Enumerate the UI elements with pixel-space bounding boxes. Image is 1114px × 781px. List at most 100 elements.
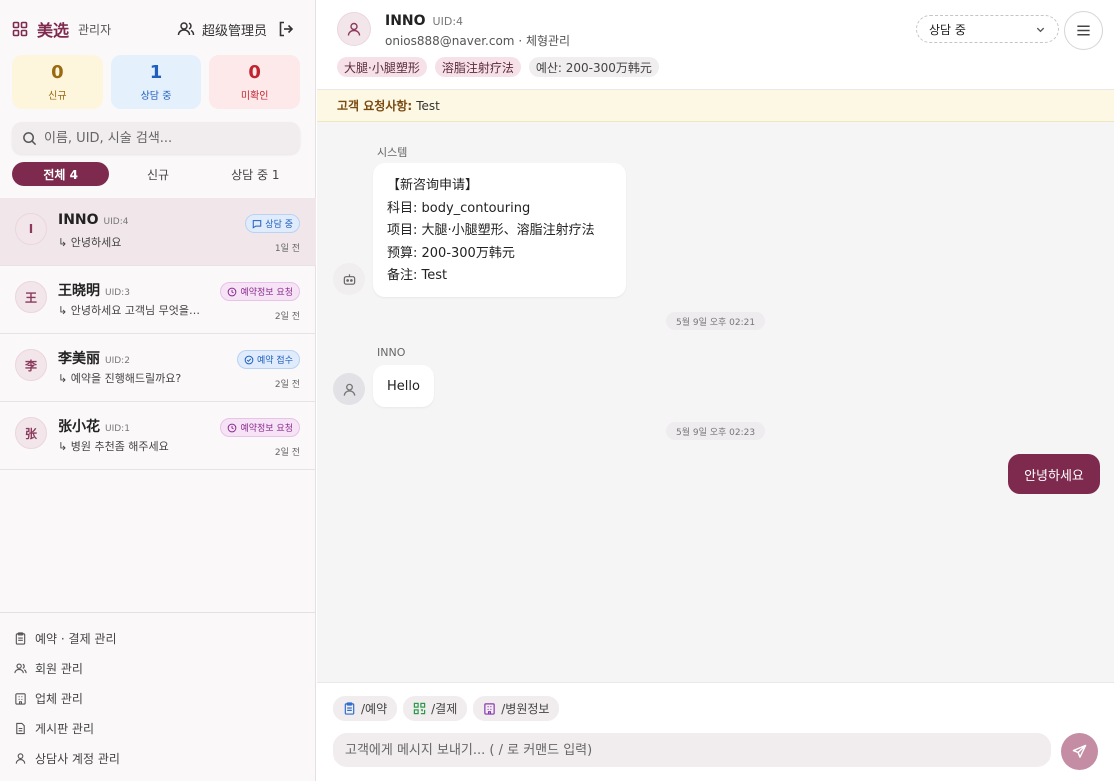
stat-unread[interactable]: 0 미확인 [209, 55, 301, 109]
system-message-line: 【新咨询申请】 [387, 178, 479, 193]
conversation-time: 2일 전 [274, 380, 300, 390]
menu-item-label: 예약 · 결제 관리 [35, 631, 117, 646]
filter-tab-all[interactable]: 전체 4 [12, 162, 110, 186]
filter-tab-talking[interactable]: 상담 중 1 [207, 162, 304, 186]
brand-name: 美选 [37, 21, 70, 40]
command-row: /예약 /결제 /병원정보 [333, 696, 560, 721]
grid-icon[interactable] [12, 21, 28, 37]
logout-icon[interactable] [277, 20, 295, 38]
stat-new[interactable]: 0 신규 [12, 55, 103, 109]
conversation-name-text: INNO [58, 212, 99, 228]
stat-talking-label: 상담 중 [140, 91, 172, 102]
menu-item-reservation[interactable]: 예약 · 결제 관리 [0, 623, 316, 653]
status-select[interactable]: 상담 중 [916, 15, 1059, 43]
conversation-item[interactable]: I INNO UID:4 ↳ 안녕하세요 상담 중 1일 전 [0, 198, 316, 266]
customer-uid: UID:4 [432, 15, 464, 28]
stat-unread-count: 0 [248, 62, 261, 83]
conversation-item[interactable]: 李 李美丽 UID:2 ↳ 예약을 진행해드릴까요? 예약 접수 2일 전 [0, 334, 316, 402]
user-sender-label: INNO [377, 346, 406, 359]
chat-area: 시스템 【新咨询申请】 科目: body_contouring 项目: 大腿·小… [317, 122, 1114, 682]
building-icon [484, 703, 495, 715]
timestamp-chip: 5월 9일 오후 02:21 [666, 312, 766, 330]
conversation-item[interactable]: 王 王晓明 UID:3 ↳ 안녕하세요 고객님 무엇을… 예약정보 요청 2일 전 [0, 266, 316, 334]
menu-button[interactable] [1064, 11, 1103, 50]
system-message: 【新咨询申请】 科目: body_contouring 项目: 大腿·小腿塑形、… [373, 163, 626, 297]
customer-subtitle: onios888@naver.com · 체형관리 [385, 34, 571, 48]
menu-item-members[interactable]: 회원 관리 [0, 653, 316, 683]
message-input[interactable] [333, 733, 1051, 767]
conversation-preview: ↳ 예약을 진행해드릴까요? [58, 372, 182, 385]
status-badge: 예약정보 요청 [220, 418, 300, 437]
filter-tab-new[interactable]: 신규 [109, 162, 206, 186]
avatar: 李 [15, 349, 47, 381]
command-payment-button[interactable]: /결제 [403, 696, 468, 721]
user-icon [343, 383, 355, 396]
brand-row: 美选 관리자 超级管理员 [12, 16, 295, 42]
status-badge: 예약정보 요청 [220, 282, 300, 301]
brand-role: 관리자 [78, 22, 112, 37]
avatar: 张 [15, 417, 47, 449]
command-label: /결제 [431, 702, 458, 716]
document-icon [16, 722, 25, 734]
users-icon [177, 22, 195, 36]
customer-name: INNO UID:4 [385, 13, 463, 29]
menu-item-vendors[interactable]: 업체 관리 [0, 683, 316, 713]
status-badge-label: 예약 접수 [257, 356, 293, 366]
conversation-uid: UID:1 [105, 424, 130, 434]
conversation-uid: UID:3 [105, 288, 130, 298]
status-badge: 예약 접수 [237, 350, 300, 369]
users-icon [14, 662, 27, 673]
user-message: Hello [373, 365, 434, 407]
agent-message: 안녕하세요 [1008, 454, 1100, 494]
system-sender-label: 시스템 [377, 146, 408, 159]
conversation-name: INNO UID:4 [58, 212, 128, 228]
stat-new-label: 신규 [48, 91, 67, 102]
clipboard-icon [15, 631, 26, 645]
menu-item-label: 회원 관리 [35, 661, 83, 676]
command-label: /예약 [361, 702, 388, 716]
command-hospital-info-button[interactable]: /병원정보 [473, 696, 560, 721]
conversation-preview: ↳ 안녕하세요 [58, 236, 122, 249]
status-select-value: 상담 중 [929, 22, 966, 37]
conversation-time: 2일 전 [274, 312, 300, 322]
composer: /예약 /결제 /병원정보 [317, 682, 1114, 781]
filter-tabs: 전체 4 신규 상담 중 1 [12, 162, 304, 186]
main-panel: INNO UID:4 onios888@naver.com · 체형관리 大腿·小… [317, 0, 1114, 781]
send-button[interactable] [1061, 733, 1098, 770]
admin-label: 超级管理员 [201, 23, 267, 39]
command-reservation-button[interactable]: /예약 [333, 696, 398, 721]
robot-icon [343, 273, 355, 285]
stat-talking-count: 1 [149, 62, 163, 83]
clock-icon [228, 423, 237, 432]
conversation-item[interactable]: 张 张小花 UID:1 ↳ 병원 추천좀 해주세요 예약정보 요청 2일 전 [0, 402, 316, 470]
building-icon [15, 692, 26, 705]
conversation-name: 张小花 UID:1 [58, 416, 130, 436]
conversation-name-text: 王晓明 [58, 283, 100, 299]
timestamp-chip: 5월 9일 오후 02:23 [666, 422, 766, 440]
customer-request-banner: 고객 요청사항: Test [317, 90, 1114, 122]
conversation-time: 2일 전 [274, 448, 300, 458]
search-box [12, 122, 300, 154]
conversation-name: 王晓明 UID:3 [58, 280, 130, 300]
conversation-uid: UID:4 [103, 217, 129, 227]
menu-item-counselors[interactable]: 상담사 계정 관리 [0, 743, 316, 773]
conversation-list: I INNO UID:4 ↳ 안녕하세요 상담 중 1일 전 王 王晓明 UID:3… [0, 198, 316, 470]
tag-list: 大腿·小腿塑形 溶脂注射疗法 예산: 200-300万韩元 [337, 57, 659, 77]
chat-icon [253, 219, 262, 229]
stat-talking[interactable]: 1 상담 중 [110, 55, 202, 109]
search-input[interactable] [44, 130, 290, 146]
status-badge: 상담 중 [245, 214, 300, 233]
avatar: I [15, 213, 47, 245]
stats-row: 0 신규 1 상담 중 0 미확인 [12, 55, 301, 109]
side-menu: 예약 · 결제 관리 회원 관리 업체 관리 게시판 관리 상담사 계정 관리 [0, 612, 316, 773]
sidebar: 美选 관리자 超级管理员 0 신규 1 상담 중 0 미확인 이름, UID, … [0, 0, 316, 781]
status-badge-label: 예약정보 요청 [240, 288, 293, 298]
request-label: 고객 요청사항: [337, 99, 413, 113]
command-label: /병원정보 [501, 702, 550, 716]
clock-icon [228, 287, 237, 296]
menu-item-board[interactable]: 게시판 관리 [0, 713, 316, 743]
status-badge-label: 예약정보 요청 [240, 424, 293, 434]
search-icon [23, 131, 37, 145]
customer-name-text: INNO [385, 13, 426, 29]
qr-code-icon [413, 702, 426, 715]
